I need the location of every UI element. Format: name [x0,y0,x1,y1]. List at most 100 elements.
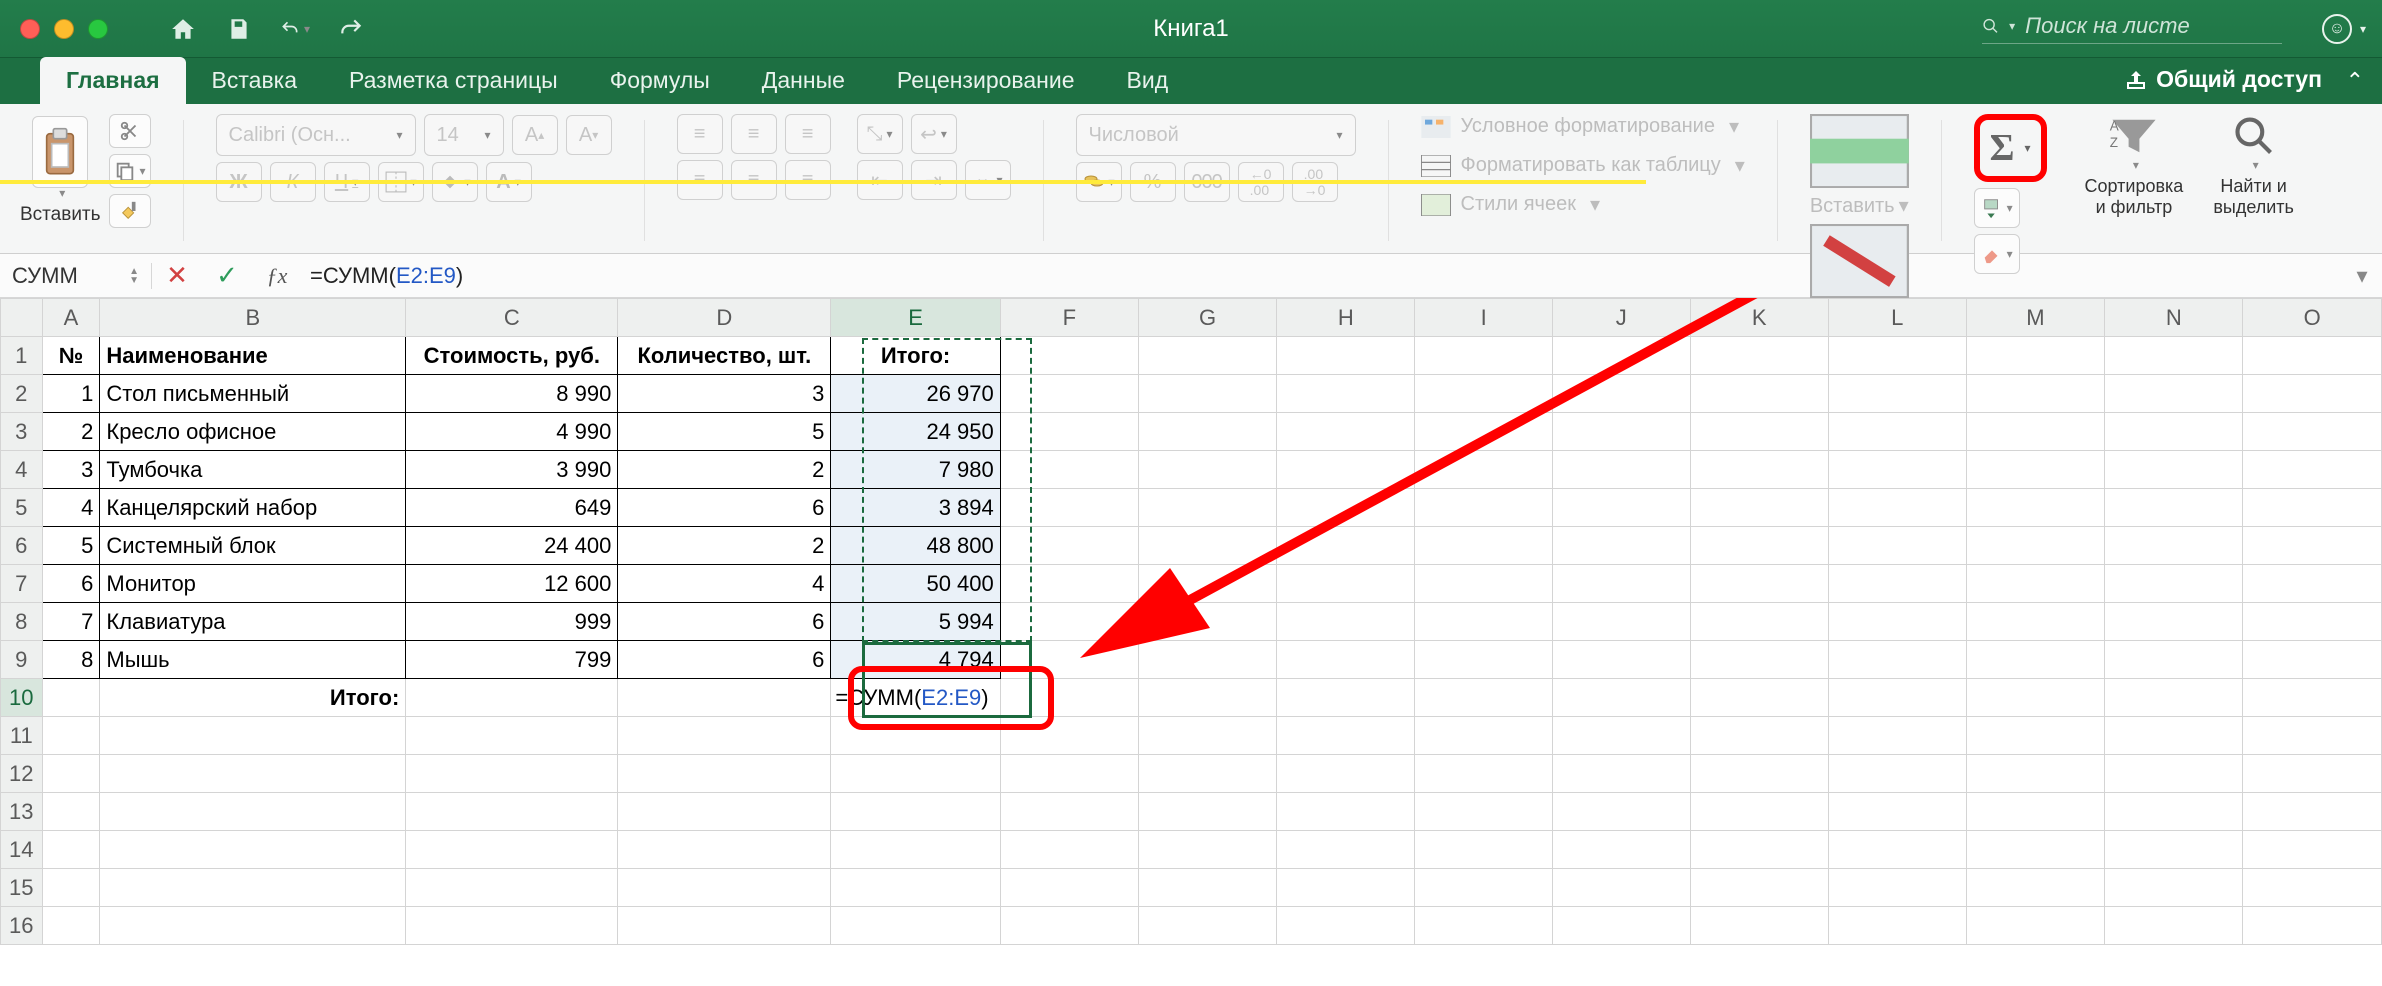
row-header-13[interactable]: 13 [1,793,43,831]
col-header-G[interactable]: G [1138,299,1276,337]
cell-J16[interactable] [1552,907,1690,945]
cell-G7[interactable] [1138,565,1276,603]
cell-A11[interactable] [42,717,100,755]
cell-A3[interactable]: 2 [42,413,100,451]
cell-F9[interactable] [1000,641,1138,679]
cell-O13[interactable] [2243,793,2382,831]
cell-C13[interactable] [406,793,618,831]
minimize-window-button[interactable] [54,19,74,39]
cell-A12[interactable] [42,755,100,793]
maximize-window-button[interactable] [88,19,108,39]
cell-C9[interactable]: 799 [406,641,618,679]
share-button[interactable]: Общий доступ [2124,66,2322,93]
cell-K1[interactable] [1690,337,1828,375]
row-header-14[interactable]: 14 [1,831,43,869]
cell-O1[interactable] [2243,337,2382,375]
col-header-D[interactable]: D [618,299,831,337]
cell-A14[interactable] [42,831,100,869]
font-size-combo[interactable]: 14▾ [424,114,504,156]
home-icon[interactable] [168,14,198,44]
row-header-7[interactable]: 7 [1,565,43,603]
cell-H10[interactable] [1277,679,1415,717]
cell-B4[interactable]: Тумбочка [100,451,406,489]
orientation-button[interactable]: ⤡▾ [857,114,903,154]
cell-I5[interactable] [1415,489,1552,527]
cell-D16[interactable] [618,907,831,945]
cell-O11[interactable] [2243,717,2382,755]
cell-C1[interactable]: Стоимость, руб. [406,337,618,375]
cell-E11[interactable] [831,717,1000,755]
cell-I16[interactable] [1415,907,1552,945]
cell-J2[interactable] [1552,375,1690,413]
cell-C2[interactable]: 8 990 [406,375,618,413]
format-as-table-button[interactable]: Форматировать как таблицу▾ [1421,153,1745,178]
col-header-L[interactable]: L [1828,299,1966,337]
cell-F3[interactable] [1000,413,1138,451]
cell-M12[interactable] [1966,755,2105,793]
cell-K5[interactable] [1690,489,1828,527]
cell-N10[interactable] [2105,679,2243,717]
cell-G8[interactable] [1138,603,1276,641]
cell-H2[interactable] [1277,375,1415,413]
col-header-B[interactable]: B [100,299,406,337]
cell-F5[interactable] [1000,489,1138,527]
cell-D7[interactable]: 4 [618,565,831,603]
cell-F6[interactable] [1000,527,1138,565]
cell-G15[interactable] [1138,869,1276,907]
cell-L2[interactable] [1828,375,1966,413]
cell-I4[interactable] [1415,451,1552,489]
cell-J10[interactable] [1552,679,1690,717]
cell-E3[interactable]: 24 950 [831,413,1000,451]
cell-E15[interactable] [831,869,1000,907]
cell-F15[interactable] [1000,869,1138,907]
sort-filter-button[interactable]: AZ▾ Сортировка и фильтр [2085,114,2184,218]
cell-N4[interactable] [2105,451,2243,489]
cell-M10[interactable] [1966,679,2105,717]
select-all-corner[interactable] [1,299,43,337]
cell-B16[interactable] [100,907,406,945]
cell-D14[interactable] [618,831,831,869]
cell-G4[interactable] [1138,451,1276,489]
cell-G1[interactable] [1138,337,1276,375]
cell-H16[interactable] [1277,907,1415,945]
cell-K2[interactable] [1690,375,1828,413]
cell-G2[interactable] [1138,375,1276,413]
cell-K8[interactable] [1690,603,1828,641]
number-format-combo[interactable]: Числовой▾ [1076,114,1356,156]
decrease-font-button[interactable]: A▾ [566,115,612,155]
cell-L6[interactable] [1828,527,1966,565]
cell-N16[interactable] [2105,907,2243,945]
tab-данные[interactable]: Данные [736,57,871,104]
cell-L10[interactable] [1828,679,1966,717]
cell-I3[interactable] [1415,413,1552,451]
font-name-combo[interactable]: Calibri (Осн...▾ [216,114,416,156]
cell-G16[interactable] [1138,907,1276,945]
row-header-1[interactable]: 1 [1,337,43,375]
cell-F14[interactable] [1000,831,1138,869]
cell-C3[interactable]: 4 990 [406,413,618,451]
cell-L7[interactable] [1828,565,1966,603]
cut-button[interactable] [109,114,151,148]
cell-B12[interactable] [100,755,406,793]
cell-F13[interactable] [1000,793,1138,831]
cell-F4[interactable] [1000,451,1138,489]
cell-K14[interactable] [1690,831,1828,869]
align-bottom-button[interactable]: ≡ [785,114,831,154]
cell-F11[interactable] [1000,717,1138,755]
cell-F8[interactable] [1000,603,1138,641]
cell-A2[interactable]: 1 [42,375,100,413]
cell-O9[interactable] [2243,641,2382,679]
cell-C15[interactable] [406,869,618,907]
cell-L11[interactable] [1828,717,1966,755]
cell-A6[interactable]: 5 [42,527,100,565]
align-top-button[interactable]: ≡ [677,114,723,154]
cell-L4[interactable] [1828,451,1966,489]
wrap-text-button[interactable]: ↩▾ [911,114,957,154]
row-header-9[interactable]: 9 [1,641,43,679]
cell-F10[interactable] [1000,679,1138,717]
cell-A16[interactable] [42,907,100,945]
cell-L3[interactable] [1828,413,1966,451]
conditional-formatting-button[interactable]: Условное форматирование▾ [1421,114,1745,139]
cell-A4[interactable]: 3 [42,451,100,489]
cell-G10[interactable] [1138,679,1276,717]
